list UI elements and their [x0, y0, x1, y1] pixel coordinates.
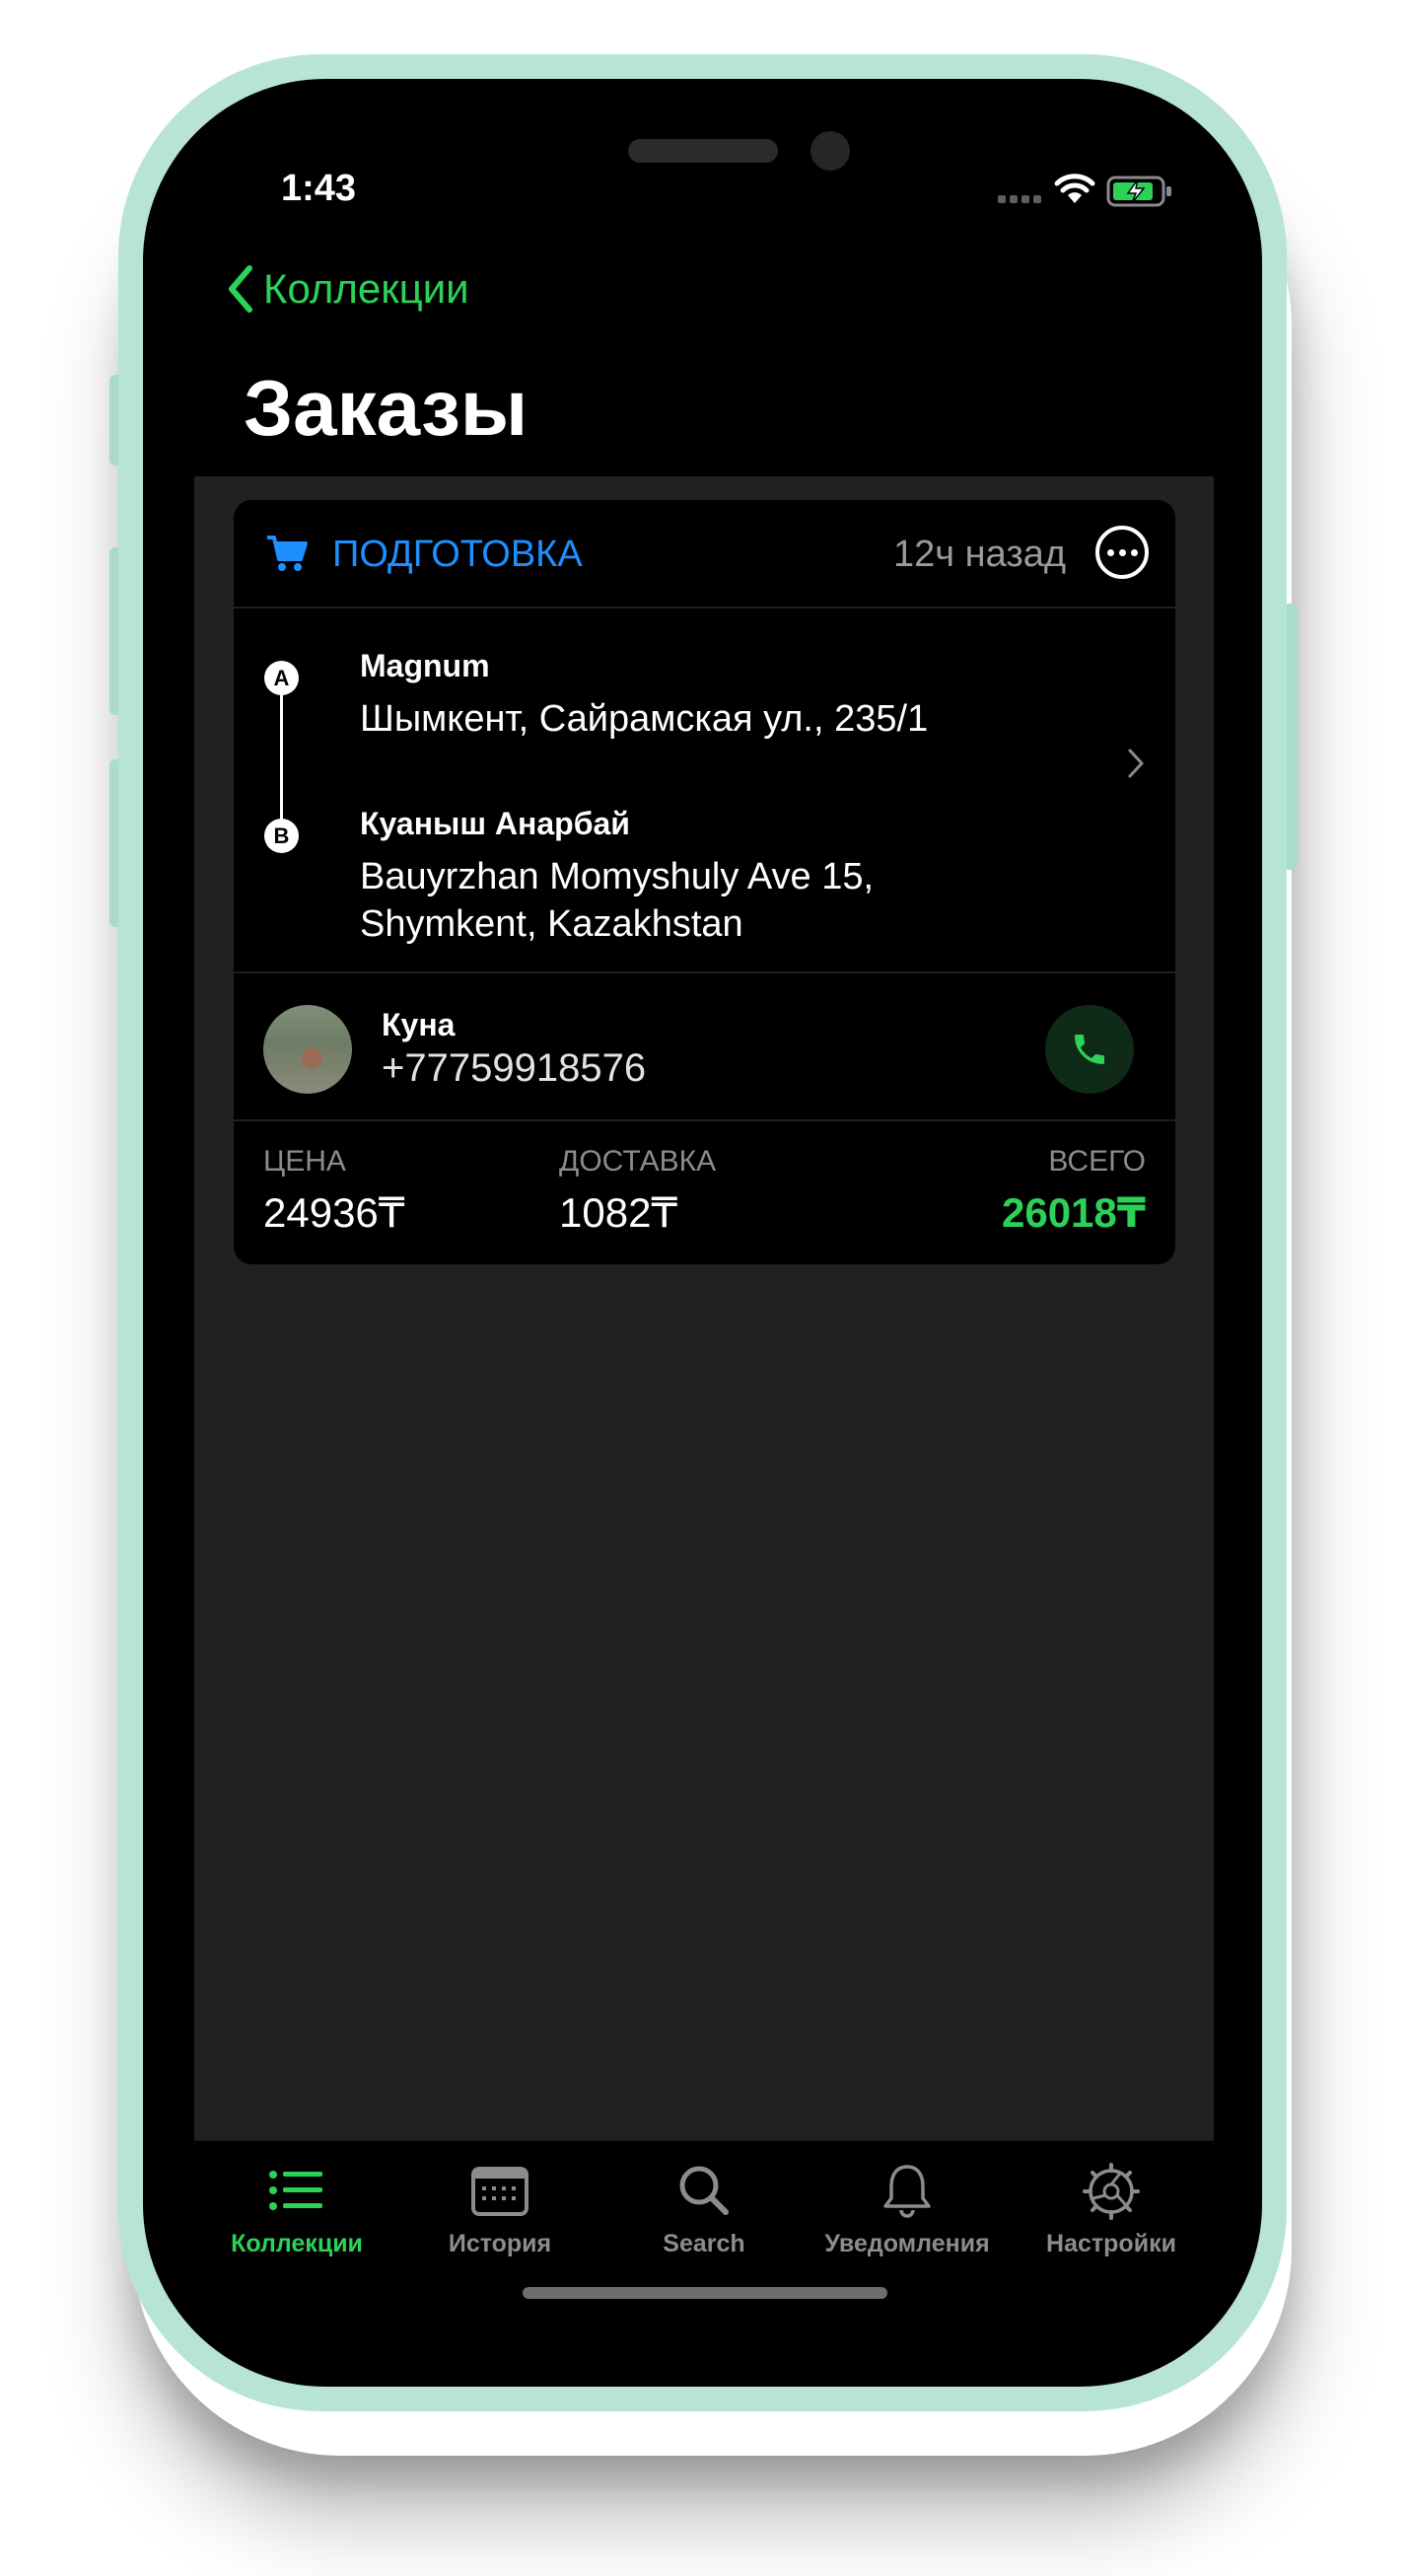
- dropoff-address-line1: Bauyrzhan Momyshuly Ave 15,: [360, 856, 875, 897]
- gear-icon: [1083, 2163, 1140, 2220]
- battery-charging-icon: [1106, 176, 1171, 207]
- chevron-right-icon: [1128, 749, 1144, 778]
- tab-history[interactable]: История: [401, 2161, 598, 2258]
- dropoff-name: Куаныш Анарбай: [360, 806, 630, 841]
- more-options-button[interactable]: [1095, 526, 1149, 579]
- tab-history-label: История: [448, 2230, 552, 2257]
- tab-notifications[interactable]: Уведомления: [809, 2161, 1006, 2258]
- customer-contact: Куна +77759918576: [234, 975, 1175, 1121]
- dropoff-marker-icon: B: [264, 819, 299, 853]
- cellular-signal-icon: [998, 195, 1041, 203]
- wifi-icon: [1054, 174, 1095, 203]
- customer-phone[interactable]: +77759918576: [382, 1046, 646, 1091]
- calendar-icon: [471, 2167, 528, 2216]
- bell-icon: [883, 2165, 931, 2218]
- order-totals: ЦЕНА 24936₸ ДОСТАВКА 1082₸ ВСЕГО 26018₸: [234, 1123, 1175, 1264]
- order-status-label: ПОДГОТОВКА: [332, 534, 583, 575]
- tab-search-label: Search: [663, 2230, 745, 2257]
- back-button[interactable]: Коллекции: [226, 264, 469, 314]
- dropoff-address-line2: Shymkent, Kazakhstan: [360, 903, 743, 945]
- chevron-left-icon: [229, 265, 252, 313]
- order-card[interactable]: ПОДГОТОВКА 12ч назад A B Magnum Шымкент,…: [234, 500, 1175, 1264]
- delivery-value: 1082₸: [559, 1189, 678, 1236]
- tab-settings[interactable]: Настройки: [1013, 2161, 1210, 2258]
- call-button[interactable]: [1045, 1005, 1134, 1094]
- order-time-ago: 12ч назад: [893, 534, 1067, 575]
- cart-icon: [267, 536, 308, 571]
- device-mockup: 1:43 Коллекции Заказы ПОДГОТОВКА 12ч наз…: [0, 0, 1408, 2576]
- total-value: 26018₸: [1001, 1189, 1146, 1236]
- total-label: ВСЕГО: [1048, 1145, 1146, 1178]
- tab-notifications-label: Уведомления: [824, 2230, 990, 2257]
- phone-icon: [1075, 1035, 1104, 1064]
- app-screen: 1:43 Коллекции Заказы ПОДГОТОВКА 12ч наз…: [194, 138, 1214, 2340]
- earpiece-speaker: [628, 139, 778, 163]
- route-line: [280, 678, 283, 830]
- list-icon: [269, 2171, 322, 2210]
- pickup-marker-icon: A: [264, 661, 299, 695]
- ellipsis-icon: [1106, 548, 1114, 556]
- order-card-header: ПОДГОТОВКА 12ч назад: [234, 500, 1175, 608]
- price-value: 24936₸: [263, 1189, 405, 1236]
- pickup-name: Magnum: [360, 648, 490, 683]
- price-label: ЦЕНА: [263, 1145, 346, 1178]
- delivery-label: ДОСТАВКА: [559, 1145, 717, 1178]
- tab-collections-label: Коллекции: [231, 2230, 363, 2257]
- tab-settings-label: Настройки: [1046, 2230, 1176, 2257]
- order-route[interactable]: A B Magnum Шымкент, Сайрамская ул., 235/…: [234, 608, 1175, 973]
- tab-bar: Коллекции История Search Уведомления Нас…: [194, 2139, 1214, 2340]
- home-indicator: [523, 2287, 887, 2299]
- customer-name: Куна: [382, 1007, 456, 1042]
- search-icon: [679, 2166, 729, 2215]
- orders-list: ПОДГОТОВКА 12ч назад A B Magnum Шымкент,…: [194, 476, 1214, 2139]
- tab-collections[interactable]: Коллекции: [198, 2161, 395, 2258]
- front-camera: [810, 131, 850, 171]
- pickup-address: Шымкент, Сайрамская ул., 235/1: [360, 698, 929, 740]
- customer-avatar: [263, 1005, 352, 1094]
- back-button-label: Коллекции: [263, 265, 469, 312]
- tab-search[interactable]: Search: [605, 2161, 803, 2258]
- page-title: Заказы: [244, 364, 528, 452]
- status-time: 1:43: [281, 168, 357, 209]
